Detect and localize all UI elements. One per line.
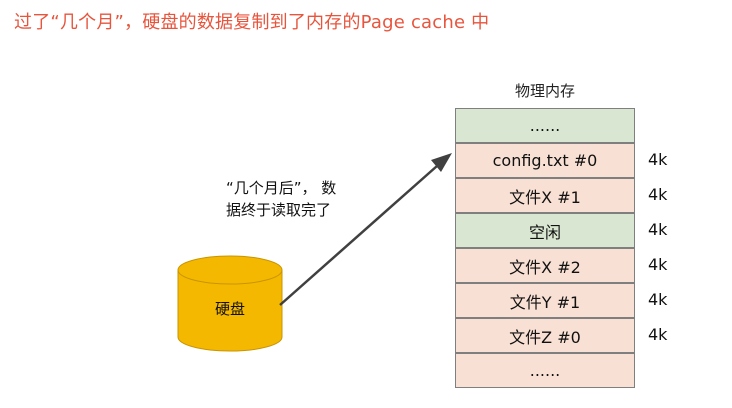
disk-label: 硬盘 (214, 300, 245, 318)
memory-row: 文件X #2 (455, 248, 635, 283)
memory-row-size: 4k (648, 150, 668, 169)
memory-row: ...... (455, 108, 635, 143)
memory-row: 文件X #1 (455, 178, 635, 213)
arrow-caption-line: “几个月后”， 数 (226, 179, 337, 197)
copy-arrow (279, 153, 452, 306)
memory-row: 文件Y #1 (455, 283, 635, 318)
memory-row: 文件Z #0 (455, 318, 635, 353)
memory-row: config.txt #0 (455, 143, 635, 178)
memory-row-size: 4k (648, 220, 668, 239)
memory-title: 物理内存 (514, 82, 575, 100)
arrow-caption-line: 据终于读取完了 (226, 201, 332, 219)
memory-row: 空闲 (455, 213, 635, 248)
memory-row-size: 4k (648, 185, 668, 204)
memory-row-size: 4k (648, 290, 668, 309)
memory-row-size: 4k (648, 255, 668, 274)
memory-row-size: 4k (648, 325, 668, 344)
memory-row: ...... (455, 353, 635, 388)
arrow-caption: “几个月后”， 数 据终于读取完了 (226, 177, 336, 221)
disk-top (177, 255, 283, 285)
